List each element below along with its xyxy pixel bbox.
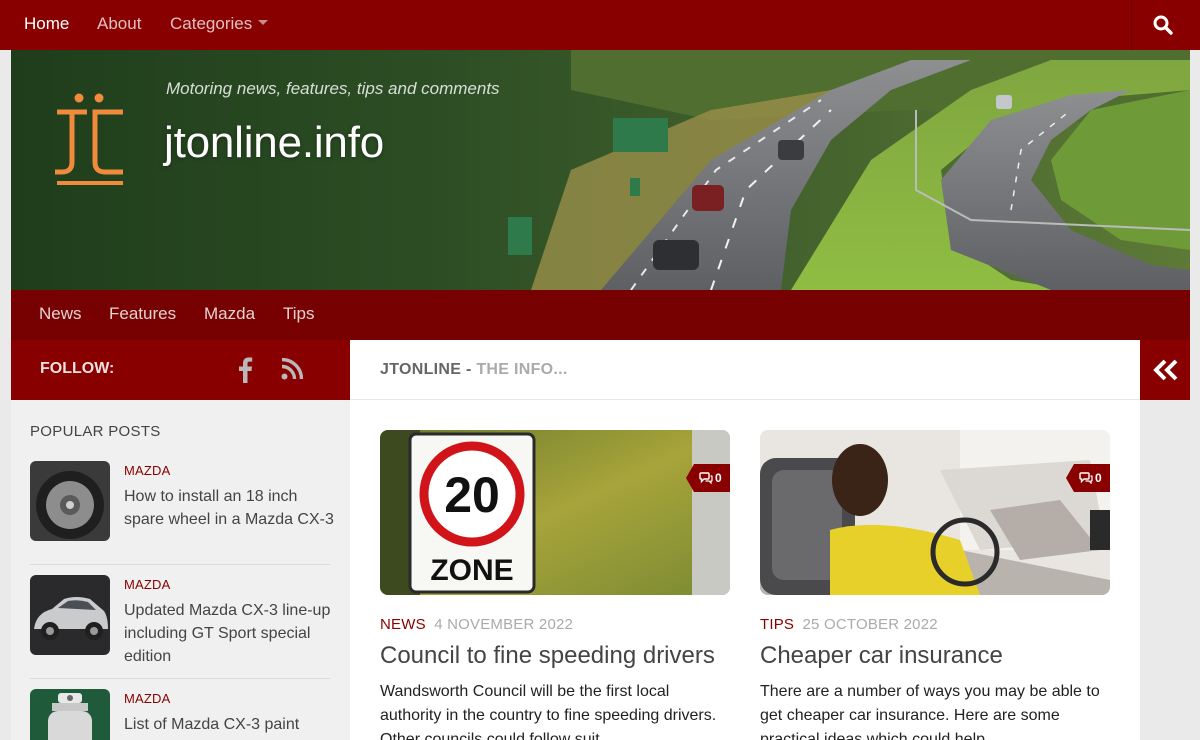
post-thumbnail[interactable] [30,575,110,655]
rss-icon[interactable] [281,358,303,380]
post-category[interactable]: MAZDA [124,691,171,706]
subnav-mazda[interactable]: Mazda [204,290,255,340]
spare-wheel-image [30,461,110,541]
nav-home[interactable]: Home [24,0,69,50]
article-thumbnail[interactable]: 20 ZONE 0 [380,430,730,595]
page-title: JTONLINE - THE INFO... [380,361,568,379]
nav-about[interactable]: About [97,0,141,50]
sign-number: 20 [444,467,500,523]
post-thumbnail[interactable] [30,461,110,541]
comment-count: 0 [1095,471,1102,485]
article-meta: NEWS 4 NOVEMBER 2022 [380,616,573,633]
site-header: Motoring news, features, tips and commen… [11,50,1190,290]
post-title[interactable]: List of Mazda CX-3 paint [124,713,334,736]
nav-categories[interactable]: Categories [170,0,269,50]
paint-can-image [30,689,110,740]
article-title[interactable]: Cheaper car insurance [760,642,1003,670]
article-date: 25 OCTOBER 2022 [802,616,938,633]
article-category[interactable]: NEWS [380,616,426,633]
article-excerpt: Wandsworth Council will be the first loc… [380,683,717,740]
site-title[interactable]: jtonline.info [164,118,384,168]
site-tagline: Motoring news, features, tips and commen… [166,79,500,98]
comment-icon [1079,472,1093,484]
article-meta: TIPS 25 OCTOBER 2022 [760,616,938,633]
post-title[interactable]: How to install an 18 inch spare wheel in… [124,485,334,531]
mazda-cx3-image [30,575,110,655]
page-title-separator: - [461,361,477,378]
post-title[interactable]: Updated Mazda CX-3 line-up including GT … [124,599,334,668]
article-category[interactable]: TIPS [760,616,794,633]
post-thumbnail[interactable] [30,689,110,740]
post-category[interactable]: MAZDA [124,577,171,592]
follow-label: FOLLOW: [40,360,115,377]
speed-sign-image: 20 ZONE [380,430,730,595]
search-icon [1153,15,1173,35]
facebook-icon[interactable] [237,357,253,383]
sign-word: ZONE [430,554,513,587]
popular-posts-heading: POPULAR POSTS [30,423,161,440]
search-button[interactable] [1131,0,1200,50]
popular-post-item[interactable]: MAZDA How to install an 18 inch spare wh… [30,461,334,551]
nav-categories-label: Categories [170,14,253,33]
article-date: 4 NOVEMBER 2022 [434,616,574,633]
double-chevron-left-icon [1153,359,1178,381]
page-header: JTONLINE - THE INFO... [350,340,1140,400]
chevron-down-icon [258,20,269,26]
subnav-features[interactable]: Features [109,290,176,340]
comment-count-badge[interactable]: 0 [1066,464,1110,492]
page-title-main: JTONLINE [380,361,462,378]
follow-bar: FOLLOW: [11,340,350,400]
sidebar: POPULAR POSTS MAZDA How to install an 18… [11,400,350,740]
subnav-tips[interactable]: Tips [283,290,315,340]
category-navigation: News Features Mazda Tips [11,290,1190,340]
article-thumbnail[interactable]: 0 [760,430,1110,595]
page-title-sub: THE INFO... [476,361,568,378]
post-category[interactable]: MAZDA [124,463,171,478]
comment-count-badge[interactable]: 0 [686,464,730,492]
site-logo [55,93,123,185]
comment-icon [699,472,713,484]
convertible-driver-image [760,430,1110,595]
divider [30,678,330,679]
popular-post-item[interactable]: MAZDA Updated Mazda CX-3 line-up includi… [30,575,330,665]
top-navigation: Home About Categories [0,0,1200,50]
article-title[interactable]: Council to fine speeding drivers [380,642,715,670]
article-excerpt: There are a number of ways you may be ab… [760,683,1100,740]
collapse-sidebar-button[interactable] [1140,340,1190,400]
comment-count: 0 [715,471,722,485]
popular-post-item[interactable]: MAZDA List of Mazda CX-3 paint [30,689,330,740]
divider [30,564,330,565]
subnav-news[interactable]: News [39,290,82,340]
